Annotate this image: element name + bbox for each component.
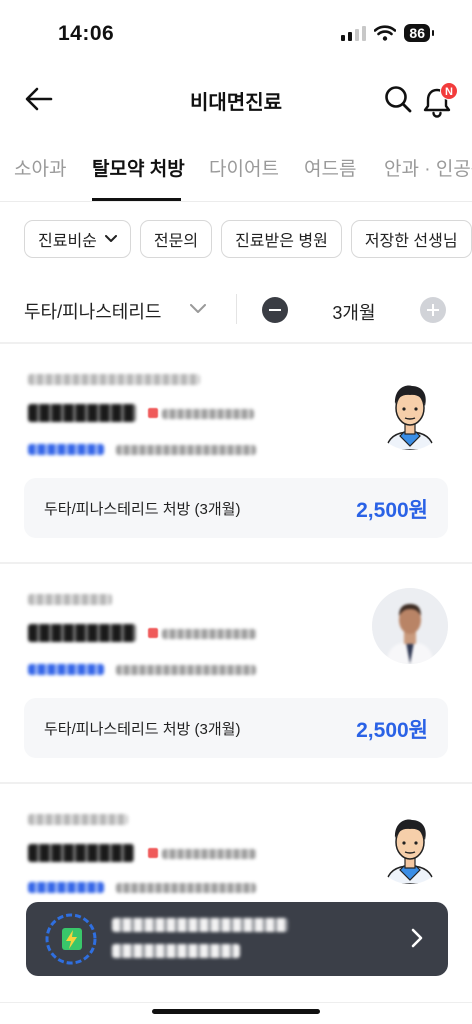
battery-icon: 86 (404, 24, 434, 42)
price-box: 두타/피나스테리드 처방 (3개월) 2,500원 (24, 478, 448, 538)
specialty-marker (148, 408, 158, 418)
doctor-card[interactable]: 두타/피나스테리드 처방 (3개월) 2,500원 (0, 564, 472, 780)
search-icon[interactable] (383, 84, 413, 114)
price-label: 두타/피나스테리드 처방 (3개월) (44, 501, 241, 518)
status-bar: 14:06 86 (0, 0, 472, 70)
nav-bar: 비대면진료 N (0, 70, 472, 128)
status-icons: 86 (341, 24, 434, 42)
chevron-down-icon (104, 235, 117, 242)
drug-selector[interactable]: 두타/피나스테리드 (24, 298, 161, 324)
specialty-redacted (162, 409, 254, 419)
rating-redacted (28, 882, 104, 893)
notification-badge: N (440, 82, 458, 100)
specialty-redacted (162, 629, 256, 639)
promo-toast[interactable] (26, 902, 448, 976)
tab-diet[interactable]: 다이어트 (209, 154, 279, 181)
chevron-down-icon[interactable] (190, 304, 206, 314)
doctor-illustration (372, 808, 448, 884)
specialty-redacted (162, 849, 256, 859)
lightning-badge-icon (45, 913, 97, 965)
doctor-name-redacted (28, 624, 136, 642)
hospital-name-redacted (28, 814, 128, 825)
doctor-photo (372, 588, 448, 664)
wifi-icon (374, 25, 397, 41)
tab-hair-loss[interactable]: 탈모약 처방 (92, 154, 185, 181)
rating-redacted (28, 444, 104, 455)
tab-acne[interactable]: 여드름 (304, 154, 356, 181)
doctor-name-redacted (28, 404, 136, 422)
price-label: 두타/피나스테리드 처방 (3개월) (44, 721, 241, 738)
specialty-marker (148, 848, 158, 858)
divider (0, 1002, 472, 1003)
doctor-avatar (372, 808, 448, 884)
doctor-illustration (372, 374, 448, 450)
divider (236, 294, 237, 324)
active-tab-indicator (92, 198, 181, 201)
rating-redacted (28, 664, 104, 675)
filter-chips: 진료비순 전문의 진료받은 병원 저장한 선생님 (24, 220, 472, 258)
status-time: 14:06 (58, 22, 115, 45)
saved-doctor-chip[interactable]: 저장한 선생님 (350, 220, 472, 258)
hours-redacted (116, 665, 256, 675)
doctor-avatar (372, 374, 448, 450)
signal-icon (341, 25, 367, 41)
hours-redacted (116, 445, 256, 455)
home-indicator[interactable] (152, 1009, 320, 1014)
tab-ophthalmology[interactable]: 안과 · 인공눈 (384, 154, 472, 181)
hospital-name-redacted (28, 374, 200, 385)
hours-redacted (116, 883, 256, 893)
sort-chip[interactable]: 진료비순 (24, 220, 131, 258)
price-box: 두타/피나스테리드 처방 (3개월) 2,500원 (24, 698, 448, 758)
category-tabs: 소아과 탈모약 처방 다이어트 여드름 안과 · 인공눈 (0, 140, 472, 202)
doctor-avatar (372, 588, 448, 664)
decrease-months-button[interactable] (262, 297, 288, 323)
doctor-card[interactable]: 두타/피나스테리드 처방 (3개월) 2,500원 (0, 344, 472, 560)
tab-pediatrics[interactable]: 소아과 (14, 154, 66, 181)
visited-hospital-chip[interactable]: 진료받은 병원 (221, 220, 342, 258)
notification-button[interactable]: N (422, 82, 458, 118)
price-value: 2,500원 (356, 499, 428, 522)
specialty-marker (148, 628, 158, 638)
hospital-name-redacted (28, 594, 112, 605)
months-value: 3개월 (332, 303, 376, 323)
price-value: 2,500원 (356, 719, 428, 742)
doctor-name-redacted (28, 844, 134, 862)
toast-text-redacted (112, 918, 288, 958)
specialist-chip[interactable]: 전문의 (139, 220, 213, 258)
sort-chip-label: 진료비순 (38, 233, 97, 250)
increase-months-button[interactable] (420, 297, 446, 323)
chevron-right-icon (411, 928, 423, 948)
prescription-option-row: 두타/피나스테리드 3개월 (0, 284, 472, 342)
